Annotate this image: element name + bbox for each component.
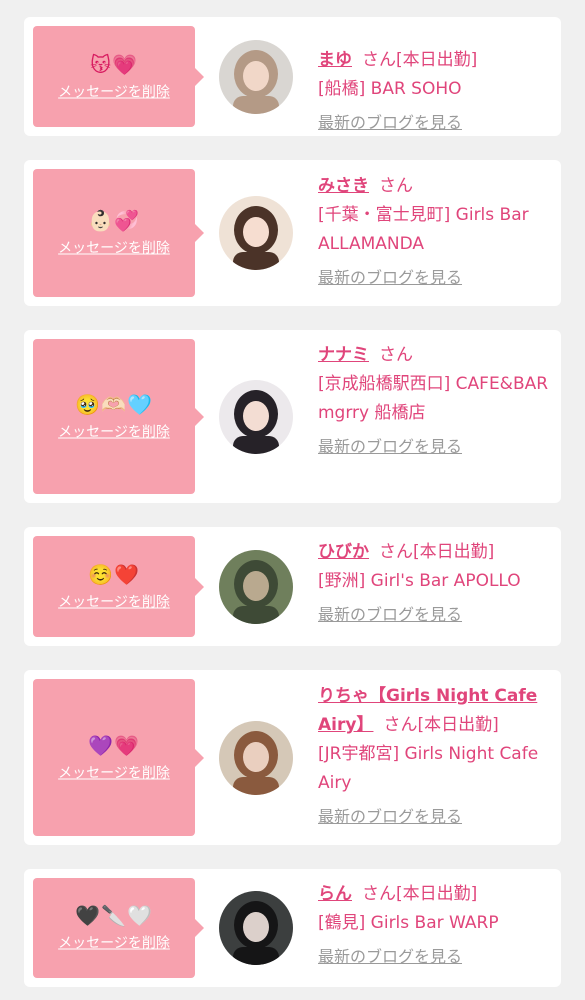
message-emoji: ☺️❤️ xyxy=(88,562,140,586)
attendance-status: [本日出勤] xyxy=(413,542,495,562)
message-card: 🥹🫶🏻🩵 メッセージを削除 ナナミ さん [京成船橋駅西口] CAFE&BAR mgrr… xyxy=(24,330,561,503)
message-emoji: 🖤🔪🤍 xyxy=(75,903,153,928)
avatar[interactable] xyxy=(219,40,293,114)
shop-name: [千葉・富士見町] Girls Bar ALLAMANDA xyxy=(318,205,529,254)
message-bubble: 🥹🫶🏻🩵 メッセージを削除 xyxy=(33,339,204,494)
attendance-status: [本日出勤] xyxy=(396,884,478,904)
cast-name-link[interactable]: ナナミ xyxy=(318,345,369,365)
cast-name-link[interactable]: みさき xyxy=(318,176,369,196)
cast-info: ナナミ さん [京成船橋駅西口] CAFE&BAR mgrry 船橋店最新のブログを… xyxy=(318,341,556,460)
avatar[interactable] xyxy=(219,380,293,454)
message-emoji: 💜💗 xyxy=(88,733,140,757)
shop-name: [野洲] Girl's Bar APOLLO xyxy=(318,571,521,591)
cast-name-link[interactable]: ひびか xyxy=(318,542,369,562)
latest-blog-link[interactable]: 最新のブログを見る xyxy=(318,602,556,628)
message-bubble: ☺️❤️ メッセージを削除 xyxy=(33,536,204,637)
delete-message-link[interactable]: メッセージを削除 xyxy=(58,933,170,953)
message-bubble: 😽💗 メッセージを削除 xyxy=(33,26,204,127)
latest-blog-link[interactable]: 最新のブログを見る xyxy=(318,265,556,291)
shop-name: [京成船橋駅西口] CAFE&BAR mgrry 船橋店 xyxy=(318,374,549,423)
delete-message-link[interactable]: メッセージを削除 xyxy=(58,591,170,611)
avatar[interactable] xyxy=(219,196,293,270)
message-bubble: 👶🏻💞 メッセージを削除 xyxy=(33,169,204,297)
attendance-status: [本日出勤] xyxy=(417,715,499,735)
delete-message-link[interactable]: メッセージを削除 xyxy=(58,421,170,441)
honorific: さん xyxy=(379,176,413,196)
message-emoji: 👶🏻💞 xyxy=(88,208,140,233)
cast-info: らん さん[本日出勤] [鶴見] Girls Bar WARP 最新のブログを見る xyxy=(318,880,556,970)
message-card: 🖤🔪🤍 メッセージを削除 らん さん[本日出勤] [鶴見] Girls Bar WARP… xyxy=(24,869,561,987)
message-card: 💜💗 メッセージを削除 りちゃ【Girls Night Cafe Airy】 さん[本… xyxy=(24,670,561,845)
latest-blog-link[interactable]: 最新のブログを見る xyxy=(318,434,556,460)
message-card: 👶🏻💞 メッセージを削除 みさき さん [千葉・富士見町] Girls Bar ALLA… xyxy=(24,160,561,306)
honorific: さん xyxy=(379,542,413,562)
latest-blog-link[interactable]: 最新のブログを見る xyxy=(318,804,556,830)
message-emoji: 🥹🫶🏻🩵 xyxy=(75,392,153,416)
message-emoji: 😽💗 xyxy=(90,52,138,76)
honorific: さん xyxy=(379,345,413,365)
delete-message-link[interactable]: メッセージを削除 xyxy=(58,81,170,101)
cast-info: りちゃ【Girls Night Cafe Airy】 さん[本日出勤] [JR宇都宮… xyxy=(318,682,556,830)
delete-message-link[interactable]: メッセージを削除 xyxy=(58,238,170,258)
honorific: さん xyxy=(383,715,418,735)
cast-name-link[interactable]: まゆ xyxy=(318,50,352,70)
latest-blog-link[interactable]: 最新のブログを見る xyxy=(318,110,556,136)
cast-info: ひびか さん[本日出勤] [野洲] Girl's Bar APOLLO 最新のブログを… xyxy=(318,538,556,628)
shop-name: [JR宇都宮] Girls Night Cafe Airy xyxy=(318,744,539,793)
avatar[interactable] xyxy=(219,891,293,965)
message-card: 😽💗 メッセージを削除 まゆ さん[本日出勤] [船橋] BAR SOHO 最新のブログを… xyxy=(24,17,561,136)
message-bubble: 💜💗 メッセージを削除 xyxy=(33,679,204,836)
message-card: ☺️❤️ メッセージを削除 ひびか さん[本日出勤] [野洲] Girl's Bar A… xyxy=(24,527,561,646)
attendance-status: [本日出勤] xyxy=(396,50,478,70)
shop-name: [鶴見] Girls Bar WARP xyxy=(318,913,499,933)
latest-blog-link[interactable]: 最新のブログを見る xyxy=(318,944,556,970)
honorific: さん xyxy=(362,884,396,904)
cast-name-link[interactable]: らん xyxy=(318,884,352,904)
avatar[interactable] xyxy=(219,550,293,624)
shop-name: [船橋] BAR SOHO xyxy=(318,79,462,99)
cast-info: みさき さん [千葉・富士見町] Girls Bar ALLAMANDA 最新のブログ… xyxy=(318,172,556,291)
avatar[interactable] xyxy=(219,721,293,795)
cast-info: まゆ さん[本日出勤] [船橋] BAR SOHO 最新のブログを見る xyxy=(318,46,556,136)
delete-message-link[interactable]: メッセージを削除 xyxy=(58,762,170,782)
message-list: 😽💗 メッセージを削除 まゆ さん[本日出勤] [船橋] BAR SOHO 最新のブログを… xyxy=(0,0,585,1000)
message-bubble: 🖤🔪🤍 メッセージを削除 xyxy=(33,878,204,978)
honorific: さん xyxy=(362,50,396,70)
